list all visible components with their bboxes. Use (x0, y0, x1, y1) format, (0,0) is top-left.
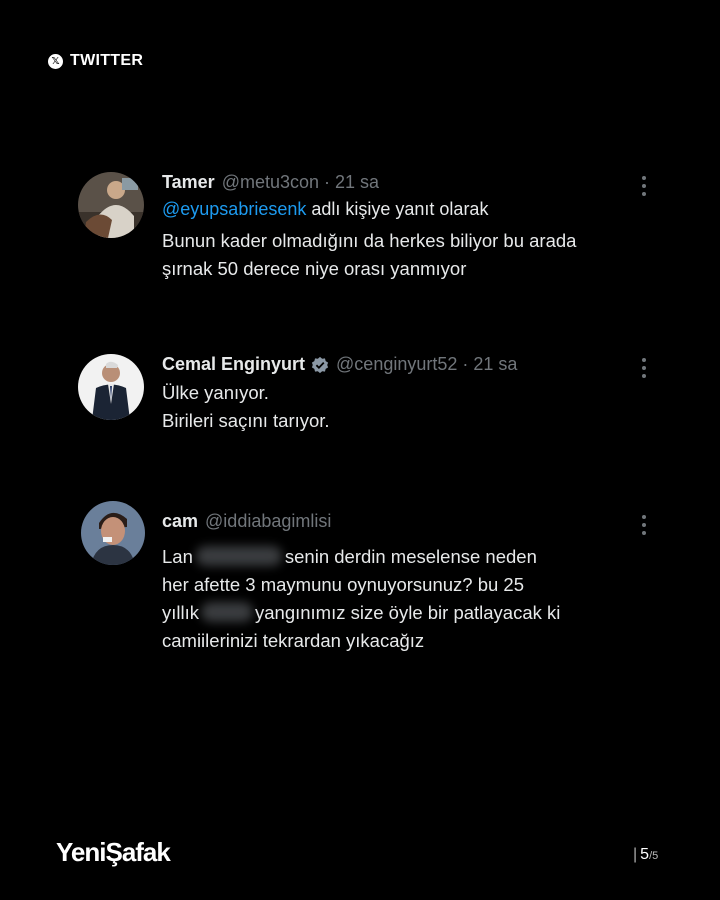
censored-word (201, 602, 253, 622)
tweet-text-line: Ülke yanıyor. (162, 382, 269, 403)
page-indicator: | 5/5 (633, 846, 658, 864)
tweet-text: Ülke yanıyor. Birileri saçını tarıyor. (162, 379, 622, 435)
timestamp[interactable]: 21 sa (335, 172, 379, 193)
tweet-text-line: Bunun kader olmadığını da herkes biliyor… (162, 230, 577, 251)
tweet-header: Tamer @metu3con · 21 sa (162, 172, 622, 193)
reply-context: @eyupsabriesenk adlı kişiye yanıt olarak (162, 199, 622, 220)
verified-badge-icon (311, 356, 329, 374)
tweet-body: Tamer @metu3con · 21 sa @eyupsabriesenk … (162, 172, 622, 283)
x-logo-icon: 𝕏 (48, 53, 63, 69)
page-current: 5 (640, 846, 650, 863)
text-segment: yangınımız size öyle bir patlayacak ki (255, 602, 561, 623)
tweet-text: Bunun kader olmadığını da herkes biliyor… (162, 227, 622, 283)
page-total: /5 (649, 850, 659, 862)
reply-mention-link[interactable]: @eyupsabriesenk (162, 199, 306, 219)
more-options-icon[interactable] (640, 515, 648, 535)
tweet-text-line: yıllık yangınımız size öyle bir patlayaca… (162, 599, 622, 627)
source-tag: 𝕏 TWITTER (48, 52, 143, 70)
tweet-text-line: her afette 3 maymunu oynuyorsunuz? bu 25 (162, 574, 525, 595)
brand-logo: YeniŞafak (56, 837, 171, 867)
avatar[interactable] (81, 501, 145, 565)
tweet-text: Lan senin derdin meselense neden her afet… (162, 543, 622, 655)
tweet-header: Cemal Enginyurt @cenginyurt52 · 21 sa (162, 354, 622, 375)
more-options-icon[interactable] (640, 358, 648, 378)
author-handle[interactable]: @metu3con (222, 172, 319, 193)
author-handle[interactable]: @iddiabagimlisi (205, 511, 331, 532)
tweet-tamer[interactable]: Tamer @metu3con · 21 sa @eyupsabriesenk … (78, 172, 648, 292)
text-segment: yıllık (162, 602, 199, 623)
tweet-body: cam @iddiabagimlisi Lan senin derdin mese… (162, 511, 622, 655)
tweet-header: cam @iddiabagimlisi (162, 511, 622, 532)
author-name[interactable]: Cemal Enginyurt (162, 354, 305, 375)
tweet-text-line: Birileri saçını tarıyor. (162, 410, 330, 431)
avatar[interactable] (78, 172, 144, 238)
tweet-body: Cemal Enginyurt @cenginyurt52 · 21 sa Ül… (162, 354, 622, 435)
tweet-cam[interactable]: cam @iddiabagimlisi Lan senin derdin mese… (78, 501, 648, 671)
tweet-text-line: camiilerinizi tekrardan yıkacağız (162, 630, 425, 651)
avatar[interactable] (78, 354, 144, 420)
text-segment: Lan (162, 546, 193, 567)
separator-dot: · (462, 354, 469, 374)
timestamp[interactable]: 21 sa (473, 354, 517, 375)
source-label: TWITTER (70, 52, 144, 69)
tweet-text-line: Lan senin derdin meselense neden (162, 543, 622, 571)
author-handle[interactable]: @cenginyurt52 (336, 354, 457, 375)
tweet-cemal-enginyurt[interactable]: Cemal Enginyurt @cenginyurt52 · 21 sa Ül… (78, 354, 648, 444)
page-divider: | (633, 846, 638, 863)
more-options-icon[interactable] (640, 176, 648, 196)
author-name[interactable]: cam (162, 511, 198, 532)
separator-dot: · (324, 172, 331, 192)
author-name[interactable]: Tamer (162, 172, 215, 193)
censored-word (195, 546, 282, 566)
text-segment: senin derdin meselense neden (284, 546, 537, 567)
tweet-text-line: şırnak 50 derece niye orası yanmıyor (162, 258, 467, 279)
reply-suffix: adlı kişiye yanıt olarak (306, 199, 489, 219)
